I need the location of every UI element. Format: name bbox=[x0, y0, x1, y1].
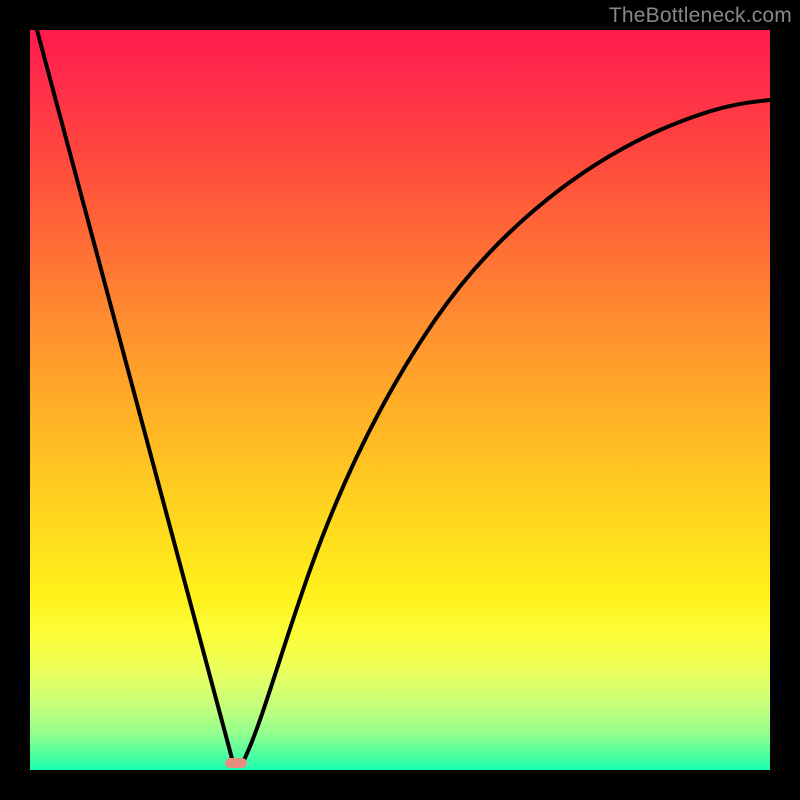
watermark-text: TheBottleneck.com bbox=[609, 4, 792, 28]
chart-frame: TheBottleneck.com bbox=[0, 0, 800, 800]
curve-right-branch bbox=[241, 100, 770, 766]
bottleneck-marker bbox=[225, 758, 247, 768]
plot-area bbox=[30, 30, 770, 770]
curve-left-branch bbox=[37, 30, 234, 766]
bottleneck-curve bbox=[30, 30, 770, 770]
